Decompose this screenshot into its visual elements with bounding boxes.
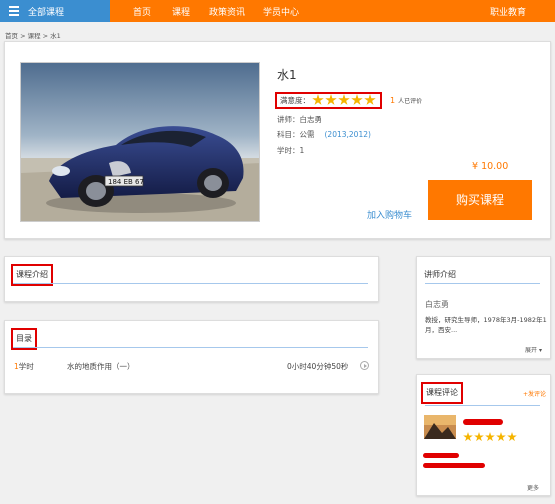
redacted-username xyxy=(463,419,503,425)
all-courses-menu[interactable]: 全部课程 xyxy=(0,0,110,22)
teacher-intro-panel: 讲师介绍 白志勇 教授，研究生导师，1978年3月-1982年1 月，西安...… xyxy=(416,256,551,359)
teacher-intro-heading: 讲师介绍 xyxy=(424,270,456,279)
commenter-avatar xyxy=(424,415,456,439)
rating-row: 满意度： 1 人已评价 xyxy=(275,91,423,109)
svg-text:184 EB 67: 184 EB 67 xyxy=(108,178,144,186)
add-to-cart-link[interactable]: 加入购物车 xyxy=(367,208,412,221)
menu-icon xyxy=(9,6,19,16)
expand-link[interactable]: 展开 ▾ xyxy=(525,345,542,354)
rating-highlight: 满意度： xyxy=(275,91,382,109)
nav-link-vocational[interactable]: 职业教育 xyxy=(490,5,526,18)
comments-panel: 课程评论 +发评论 更多 xyxy=(416,374,551,496)
redacted-comment xyxy=(423,453,459,458)
comments-heading: 课程评论 xyxy=(421,382,463,404)
nav-link-courses[interactable]: 课程 xyxy=(172,5,190,18)
star-icon xyxy=(463,432,473,442)
rating-stars xyxy=(312,94,377,106)
course-price: ¥ 10.00 xyxy=(472,161,509,172)
subject-info: 科目：公需 (2013,2012) xyxy=(277,129,371,140)
teacher-name: 白志勇 xyxy=(425,300,449,309)
rating-label: 满意度： xyxy=(280,95,310,105)
star-icon xyxy=(338,94,350,105)
section-divider xyxy=(425,405,540,406)
course-image: 184 EB 67 xyxy=(20,62,260,222)
redacted-comment xyxy=(423,463,485,468)
star-icon xyxy=(507,432,517,442)
nav-link-policy[interactable]: 政策资讯 xyxy=(209,5,245,18)
nav-link-student-center[interactable]: 学员中心 xyxy=(263,5,299,18)
expand-label: 展开 xyxy=(525,347,538,354)
star-icon xyxy=(351,94,363,105)
play-icon[interactable] xyxy=(360,361,369,370)
star-icon xyxy=(325,94,337,105)
all-courses-label: 全部课程 xyxy=(28,8,65,18)
breadcrumb: 首页 > 课程 > 水1 xyxy=(5,32,61,40)
star-icon xyxy=(496,432,506,442)
rating-count-label: 人已评价 xyxy=(398,97,423,105)
catalog-row-number: 1学时 xyxy=(14,361,34,372)
star-icon xyxy=(474,432,484,442)
car-photo: 184 EB 67 xyxy=(21,63,259,221)
add-comment-link[interactable]: +发评论 xyxy=(523,389,546,398)
subject-label: 科目：公需 xyxy=(277,130,315,139)
catalog-panel: 目录 1学时 水的地质作用（一） 0小时40分钟50秒 xyxy=(4,320,379,394)
rating-count: 1 xyxy=(390,95,396,105)
course-intro-panel: 课程介绍 xyxy=(4,256,379,302)
buy-course-button[interactable]: 购买课程 xyxy=(428,180,532,220)
section-divider xyxy=(13,347,368,348)
teacher-info: 讲师：白志勇 xyxy=(277,115,322,124)
nav-link-home[interactable]: 首页 xyxy=(133,5,151,18)
more-comments-link[interactable]: 更多 xyxy=(527,483,539,492)
section-divider xyxy=(425,283,540,284)
course-card: 184 EB 67 水1 满意度： 1 人已评价 讲师：白志勇 科目：公需 (20… xyxy=(4,41,551,239)
lesson-unit: 学时 xyxy=(18,362,34,371)
star-icon xyxy=(312,94,324,105)
top-nav: 全部课程 首页 课程 政策资讯 学员中心 职业教育 xyxy=(0,0,555,22)
lesson-title[interactable]: 水的地质作用（一） xyxy=(67,361,135,372)
star-icon xyxy=(364,94,376,105)
lesson-duration: 0小时40分钟50秒 xyxy=(287,362,349,371)
teacher-bio-line: 月，西安... xyxy=(425,326,458,334)
hours-info: 学时：1 xyxy=(277,146,305,155)
course-title: 水1 xyxy=(277,68,297,82)
comment-stars xyxy=(463,432,518,442)
chevron-down-icon: ▾ xyxy=(538,347,542,354)
subject-years: (2013,2012) xyxy=(324,130,371,139)
star-icon xyxy=(485,432,495,442)
teacher-bio-line: 教授，研究生导师，1978年3月-1982年1 xyxy=(425,316,547,324)
section-divider xyxy=(13,283,368,284)
teacher-bio: 教授，研究生导师，1978年3月-1982年1 月，西安... xyxy=(425,315,550,335)
